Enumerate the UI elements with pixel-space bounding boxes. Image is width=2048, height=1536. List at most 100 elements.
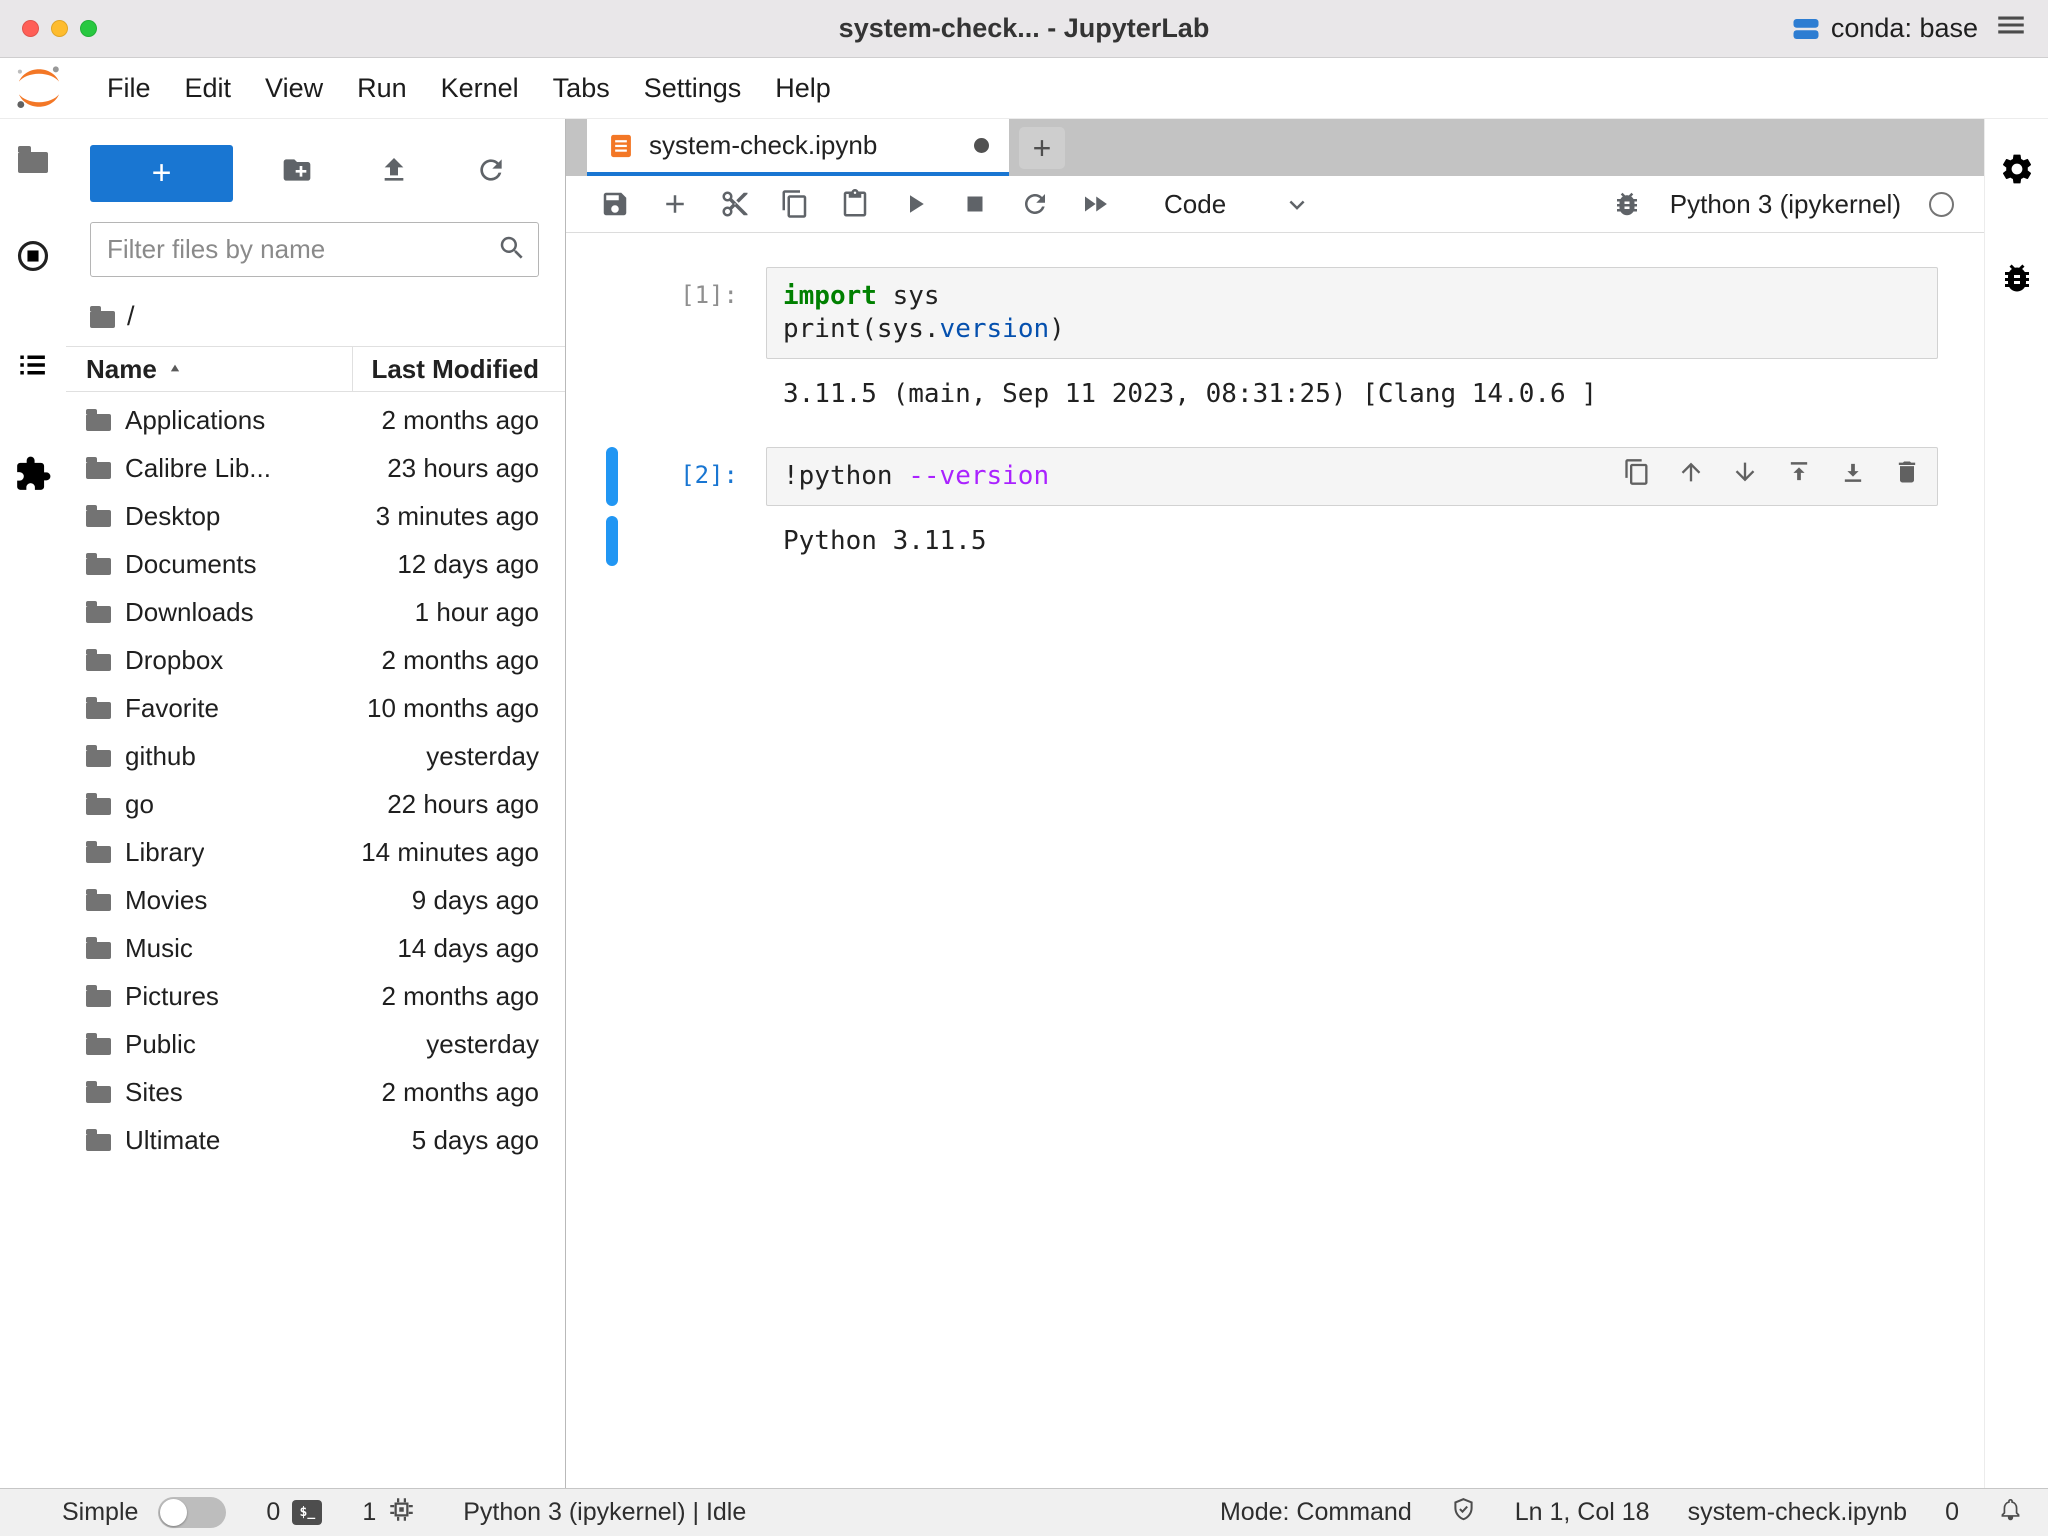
zoom-window-button[interactable] (80, 20, 97, 37)
restart-icon (1020, 189, 1050, 219)
file-row[interactable]: Documents12 days ago (66, 540, 565, 588)
sidebar-tab-property-inspector[interactable] (1999, 151, 2035, 194)
menu-edit[interactable]: Edit (168, 73, 249, 104)
file-row[interactable]: Publicyesterday (66, 1020, 565, 1068)
restart-run-all-button[interactable] (1080, 189, 1110, 219)
file-row[interactable]: Downloads1 hour ago (66, 588, 565, 636)
kernel-sessions-icon[interactable] (388, 1496, 415, 1530)
unsaved-changes-dot[interactable] (974, 138, 989, 153)
breadcrumb[interactable]: / (66, 277, 565, 346)
folder-icon (86, 846, 111, 863)
sidebar-tab-debugger[interactable] (1999, 260, 2035, 303)
file-row[interactable]: Pictures2 months ago (66, 972, 565, 1020)
tab-system-check-ipynb[interactable]: system-check.ipynb (587, 119, 1009, 176)
menu-file[interactable]: File (90, 73, 168, 104)
file-row[interactable]: Applications2 months ago (66, 396, 565, 444)
file-row[interactable]: Dropbox2 months ago (66, 636, 565, 684)
filter-files-input[interactable] (90, 222, 539, 277)
insert-cell-below-button[interactable] (1839, 458, 1867, 493)
sidebar-tab-toc[interactable] (14, 346, 52, 391)
close-window-button[interactable] (22, 20, 39, 37)
column-header-modified[interactable]: Last Modified (371, 354, 539, 385)
paste-cell-button[interactable] (840, 189, 870, 219)
menu-settings[interactable]: Settings (627, 73, 759, 104)
column-header-name[interactable]: Name (86, 347, 353, 391)
file-row[interactable]: Sites2 months ago (66, 1068, 565, 1116)
menu-help[interactable]: Help (758, 73, 848, 104)
file-row[interactable]: githubyesterday (66, 732, 565, 780)
file-row[interactable]: go22 hours ago (66, 780, 565, 828)
table-of-contents-icon (14, 346, 52, 384)
new-launcher-button[interactable]: + (90, 145, 233, 202)
insert-cell-above-button[interactable] (1785, 458, 1813, 493)
menu-view[interactable]: View (248, 73, 340, 104)
new-tab-button[interactable]: + (1019, 127, 1065, 169)
paste-icon (840, 189, 870, 219)
run-cell-button[interactable] (900, 189, 930, 219)
file-modified: 2 months ago (381, 981, 539, 1012)
restart-kernel-button[interactable] (1020, 189, 1050, 219)
sidebar-tab-extensions[interactable] (14, 455, 52, 500)
notebook-content: [1]: import sysprint(sys.version) 3.11.5… (566, 233, 1984, 1488)
delete-cell-button[interactable] (1893, 458, 1921, 493)
simple-mode-toggle[interactable] (158, 1497, 226, 1528)
execution-prompt: [2]: (628, 447, 738, 506)
move-cell-up-button[interactable] (1677, 458, 1705, 493)
file-row[interactable]: Favorite10 months ago (66, 684, 565, 732)
sidebar-tab-filebrowser[interactable] (18, 147, 48, 173)
file-row[interactable]: Ultimate5 days ago (66, 1116, 565, 1164)
move-cell-down-button[interactable] (1731, 458, 1759, 493)
file-row[interactable]: Desktop3 minutes ago (66, 492, 565, 540)
kernel-status-text[interactable]: Python 3 (ipykernel) | Idle (463, 1498, 746, 1527)
upload-button[interactable] (378, 154, 410, 193)
file-row[interactable]: Music14 days ago (66, 924, 565, 972)
simple-mode-label: Simple (62, 1498, 138, 1527)
minimize-window-button[interactable] (51, 20, 68, 37)
cut-cell-button[interactable] (720, 189, 750, 219)
cell-collapser[interactable] (606, 267, 618, 359)
folder-icon (86, 558, 111, 575)
file-modified: 14 minutes ago (361, 837, 539, 868)
save-button[interactable] (600, 189, 630, 219)
output-collapser[interactable] (606, 369, 618, 419)
code-editor[interactable]: import sysprint(sys.version) (766, 267, 1938, 359)
new-folder-button[interactable] (281, 154, 313, 193)
menu-run[interactable]: Run (340, 73, 424, 104)
hamburger-menu-button[interactable] (1994, 8, 2028, 49)
conda-env-badge[interactable]: conda: base (1791, 13, 1978, 44)
file-row[interactable]: Movies9 days ago (66, 876, 565, 924)
terminal-icon[interactable]: $_ (292, 1500, 322, 1525)
cursor-position[interactable]: Ln 1, Col 18 (1515, 1498, 1650, 1527)
menu-tabs[interactable]: Tabs (536, 73, 627, 104)
copy-cell-button[interactable] (780, 189, 810, 219)
interrupt-kernel-button[interactable] (960, 189, 990, 219)
breadcrumb-root[interactable]: / (127, 301, 135, 332)
code-editor[interactable]: !python --version (766, 447, 1938, 506)
notification-count[interactable]: 0 (1945, 1498, 1959, 1527)
cell-type-dropdown[interactable]: Code (1164, 189, 1312, 220)
kernel-name-button[interactable]: Python 3 (ipykernel) (1670, 189, 1901, 220)
folder-icon (86, 702, 111, 719)
active-cell-collapser[interactable] (606, 447, 618, 506)
kernels-count[interactable]: 1 (362, 1498, 376, 1527)
file-modified: 1 hour ago (415, 597, 539, 628)
bell-icon[interactable] (1997, 1496, 2024, 1530)
active-output-collapser[interactable] (606, 516, 618, 566)
menu-kernel[interactable]: Kernel (424, 73, 536, 104)
debugger-toggle-button[interactable] (1612, 189, 1642, 219)
folder-icon (86, 510, 111, 527)
folder-icon (86, 1086, 111, 1103)
duplicate-icon (1623, 458, 1651, 486)
sidebar-tab-running[interactable] (14, 237, 52, 282)
file-row[interactable]: Calibre Lib...23 hours ago (66, 444, 565, 492)
folder-icon (90, 311, 115, 328)
execution-prompt: [1]: (628, 267, 738, 359)
terminals-count[interactable]: 0 (266, 1498, 280, 1527)
file-name: Public (125, 1029, 196, 1060)
code-cell-1: [1]: import sysprint(sys.version) (606, 267, 1938, 359)
refresh-files-button[interactable] (475, 154, 507, 193)
output-area-1: 3.11.5 (main, Sep 11 2023, 08:31:25) [Cl… (606, 369, 1938, 419)
file-row[interactable]: Library14 minutes ago (66, 828, 565, 876)
insert-cell-button[interactable] (660, 189, 690, 219)
duplicate-cell-button[interactable] (1623, 458, 1651, 493)
